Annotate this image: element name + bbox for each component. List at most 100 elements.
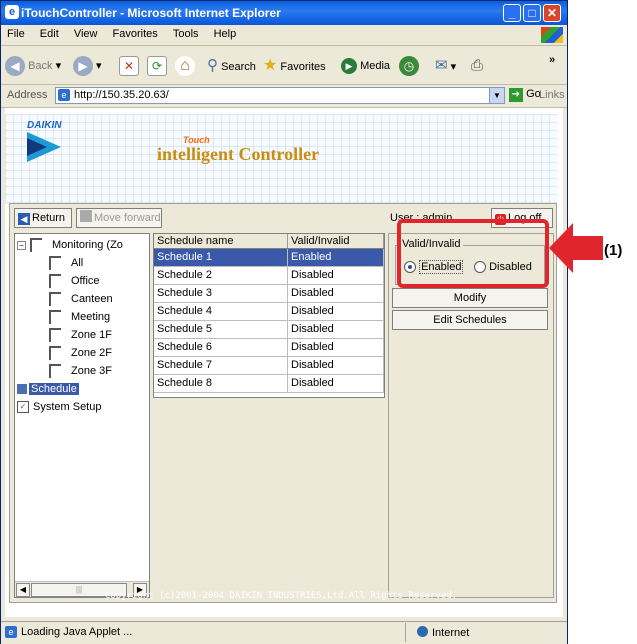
table-row[interactable]: Schedule 2 Disabled xyxy=(154,267,384,285)
tree-item-all[interactable]: All xyxy=(49,254,83,272)
refresh-button[interactable]: ⟳ xyxy=(147,56,167,77)
home-button[interactable]: ⌂ xyxy=(175,56,195,77)
toolbar-overflow[interactable]: » xyxy=(549,50,555,70)
cell-schedule-name: Schedule 6 xyxy=(154,339,288,356)
table-row[interactable]: Schedule 1 Enabled xyxy=(154,249,384,267)
tree-item-schedule[interactable]: Schedule xyxy=(17,380,79,398)
search-icon: ⚲ xyxy=(207,57,218,74)
window-title: iTouchController - Microsoft Internet Ex… xyxy=(21,6,281,20)
callout-label: (1) xyxy=(604,242,623,259)
cell-status: Disabled xyxy=(288,375,384,392)
forward-arrow-icon: ▶ xyxy=(73,56,93,77)
cell-status: Disabled xyxy=(288,267,384,284)
tree-label: System Setup xyxy=(33,401,102,413)
banner: DAIKIN Touch intelligent Controller xyxy=(5,114,557,204)
minimize-button[interactable]: _ xyxy=(503,4,521,22)
zone-icon xyxy=(49,328,61,343)
security-zone: Internet xyxy=(417,626,469,639)
highlight-box xyxy=(397,219,549,288)
table-row[interactable]: Schedule 4 Disabled xyxy=(154,303,384,321)
menu-bar: File Edit View Favorites Tools Help xyxy=(1,25,567,46)
collapse-icon[interactable]: − xyxy=(17,240,26,250)
menu-edit[interactable]: Edit xyxy=(34,25,65,43)
tree-item-meeting[interactable]: Meeting xyxy=(49,308,110,326)
close-button[interactable]: ✕ xyxy=(543,4,561,22)
title-bar: e iTouchController - Microsoft Internet … xyxy=(1,1,567,25)
history-button[interactable]: ◷ xyxy=(399,56,419,77)
daikin-logo-text: DAIKIN xyxy=(27,120,62,131)
cell-status: Disabled xyxy=(288,357,384,374)
tree-label: Office xyxy=(71,275,100,287)
table-row[interactable]: Schedule 5 Disabled xyxy=(154,321,384,339)
zone-label: Internet xyxy=(432,627,470,639)
tree-label: Zone 2F xyxy=(71,347,112,359)
mail-button[interactable]: ✉ ▾ xyxy=(435,56,456,76)
status-divider xyxy=(405,623,406,642)
tree-label: Schedule xyxy=(29,383,79,395)
callout-arrow-icon xyxy=(549,223,603,273)
home-icon: ⌂ xyxy=(175,56,195,77)
tree-item-canteen[interactable]: Canteen xyxy=(49,290,113,308)
page-content: DAIKIN Touch intelligent Controller ◀ Ret… xyxy=(5,108,563,617)
address-label: Address xyxy=(7,89,48,101)
forward-button[interactable]: ▶ ▾ xyxy=(73,56,102,77)
cell-status: Disabled xyxy=(288,339,384,356)
tree-label: All xyxy=(71,257,84,269)
go-button[interactable]: ➔ Go xyxy=(509,88,541,102)
windows-logo-icon xyxy=(541,27,563,43)
tree-label: Monitoring (Zo xyxy=(52,239,123,251)
tree-item-zone-2f[interactable]: Zone 2F xyxy=(49,344,112,362)
search-button[interactable]: ⚲ Search xyxy=(207,56,256,76)
table-row[interactable]: Schedule 3 Disabled xyxy=(154,285,384,303)
column-header-schedule-name[interactable]: Schedule name xyxy=(154,234,288,248)
address-input[interactable]: e http://150.35.20.63/ ▼ xyxy=(55,87,505,104)
cell-schedule-name: Schedule 8 xyxy=(154,375,288,392)
table-row[interactable]: Schedule 8 Disabled xyxy=(154,375,384,393)
media-button[interactable]: ▶ Media xyxy=(341,56,390,76)
zone-icon xyxy=(30,238,42,253)
cell-schedule-name: Schedule 5 xyxy=(154,321,288,338)
tree-item-monitoring[interactable]: − Monitoring (Zo xyxy=(17,236,123,254)
daikin-logo-icon xyxy=(27,132,61,162)
calendar-icon xyxy=(17,384,27,395)
back-button[interactable]: ◀ Back ▾ xyxy=(5,56,61,77)
address-dropdown-icon[interactable]: ▼ xyxy=(489,88,504,103)
status-bar: e Loading Java Applet ... Internet xyxy=(1,621,567,644)
navigation-tree: − Monitoring (Zo All Office Canteen Meeti… xyxy=(14,233,150,598)
links-label[interactable]: Links xyxy=(539,89,565,101)
tree-item-system-setup[interactable]: ✓ System Setup xyxy=(17,398,101,416)
favorites-button[interactable]: ★ Favorites xyxy=(263,56,326,76)
zone-icon xyxy=(49,310,61,325)
mail-icon: ✉ xyxy=(435,57,448,74)
tree-item-zone-3f[interactable]: Zone 3F xyxy=(49,362,112,380)
menu-file[interactable]: File xyxy=(1,25,31,43)
menu-help[interactable]: Help xyxy=(208,25,243,43)
stop-icon: ✕ xyxy=(119,56,139,77)
cell-status: Disabled xyxy=(288,285,384,302)
print-button[interactable]: ⎙ xyxy=(471,56,483,76)
media-label: Media xyxy=(360,60,391,72)
stop-button[interactable]: ✕ xyxy=(119,56,139,77)
page-icon: e xyxy=(58,89,70,101)
tree-label: Zone 1F xyxy=(71,329,112,341)
table-row[interactable]: Schedule 7 Disabled xyxy=(154,357,384,375)
menu-favorites[interactable]: Favorites xyxy=(107,25,164,43)
star-icon: ★ xyxy=(263,57,278,74)
modify-button[interactable]: Modify xyxy=(392,288,548,308)
zone-icon xyxy=(49,346,61,361)
table-row[interactable]: Schedule 6 Disabled xyxy=(154,339,384,357)
tree-item-zone-1f[interactable]: Zone 1F xyxy=(49,326,112,344)
move-forward-button[interactable]: Move forward xyxy=(76,208,162,228)
cell-schedule-name: Schedule 1 xyxy=(154,249,288,266)
edit-schedules-button[interactable]: Edit Schedules xyxy=(392,310,548,330)
cell-schedule-name: Schedule 4 xyxy=(154,303,288,320)
maximize-button[interactable]: □ xyxy=(523,4,541,22)
menu-tools[interactable]: Tools xyxy=(167,25,205,43)
return-arrow-icon: ◀ xyxy=(18,213,30,225)
checklist-icon: ✓ xyxy=(17,401,29,414)
menu-view[interactable]: View xyxy=(68,25,104,43)
tree-item-office[interactable]: Office xyxy=(49,272,100,290)
return-button[interactable]: ◀ Return xyxy=(14,208,72,228)
print-icon: ⎙ xyxy=(471,57,484,74)
column-header-valid-invalid[interactable]: Valid/Invalid xyxy=(288,234,384,248)
